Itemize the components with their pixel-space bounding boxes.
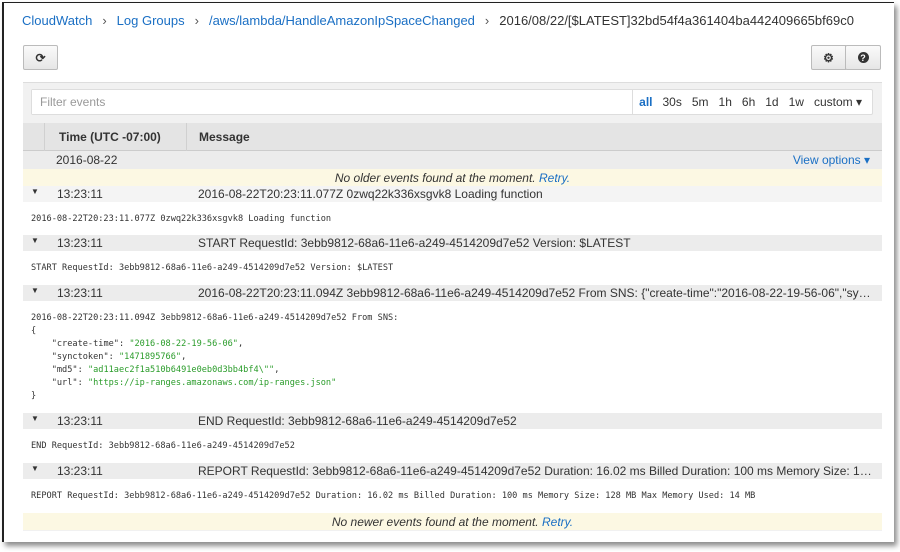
column-time[interactable]: Time (UTC -07:00) — [44, 123, 187, 151]
help-icon: ? — [857, 52, 869, 63]
event-row[interactable]: ▼ 13:23:11 END RequestId: 3ebb9812-68a6-11… — [23, 413, 882, 429]
refresh-icon: ⟳ — [35, 50, 46, 65]
notice-text: No newer events found at the moment. — [331, 515, 539, 529]
range-1h[interactable]: 1h — [719, 95, 732, 109]
date-row: 2016-08-22 View options ▾ — [23, 151, 882, 169]
range-1w[interactable]: 1w — [789, 95, 804, 109]
range-custom[interactable]: custom ▾ — [814, 95, 862, 109]
json-key: create-time — [56, 339, 114, 349]
log-events-panel: all 30s 5m 1h 6h 1d 1w custom ▾ Time (UT… — [23, 82, 882, 531]
event-detail: 2016-08-22T20:23:11.077Z 0zwq22k336xsgvk… — [23, 202, 882, 235]
event-message: END RequestId: 3ebb9812-68a6-11e6-a249-4… — [198, 414, 517, 428]
gear-icon: ⚙ — [823, 50, 834, 65]
filter-events-input[interactable] — [32, 90, 622, 114]
date-label: 2016-08-22 — [56, 153, 118, 167]
breadcrumb: CloudWatch › Log Groups › /aws/lambda/Hand… — [22, 13, 854, 28]
event-detail-text: 2016-08-22T20:23:11.094Z 3ebb9812-68a6-1… — [31, 313, 399, 323]
event-detail: REPORT RequestId: 3ebb9812-68a6-11e6-a24… — [23, 479, 882, 513]
event-time: 13:23:11 — [57, 464, 103, 478]
json-value: "2016-08-22-19-56-06" — [129, 339, 238, 349]
json-key: synctoken — [56, 352, 104, 362]
chevron-right-icon: › — [102, 13, 107, 28]
json-key: url — [56, 378, 73, 388]
breadcrumb-cloudwatch[interactable]: CloudWatch — [22, 13, 92, 28]
json-value: "ad11aec2f1a510b6491e0eb0d3bb4bf4\"" — [87, 365, 275, 375]
range-1d[interactable]: 1d — [765, 95, 778, 109]
event-detail: START RequestId: 3ebb9812-68a6-11e6-a249… — [23, 251, 882, 285]
table-header: Time (UTC -07:00) Message — [23, 123, 882, 151]
view-options-dropdown[interactable]: View options ▾ — [793, 153, 870, 167]
chevron-right-icon: › — [484, 13, 490, 28]
caret-down-icon[interactable]: ▼ — [31, 236, 39, 245]
column-message[interactable]: Message — [199, 130, 250, 144]
caret-down-icon[interactable]: ▼ — [31, 414, 39, 423]
json-key: md5 — [56, 365, 73, 375]
time-range-selector: all 30s 5m 1h 6h 1d 1w custom ▾ — [632, 90, 872, 114]
range-all[interactable]: all — [639, 95, 652, 109]
notice-text: No older events found at the moment. — [334, 171, 536, 185]
event-time: 13:23:11 — [57, 286, 103, 300]
event-row[interactable]: ▼ 13:23:11 2016-08-22T20:23:11.077Z 0zwq22… — [23, 186, 882, 202]
event-time: 13:23:11 — [57, 187, 103, 201]
event-message: START RequestId: 3ebb9812-68a6-11e6-a249… — [198, 236, 631, 250]
event-message: 2016-08-22T20:23:11.094Z 3ebb9812-68a6-1… — [198, 286, 873, 300]
filter-bar: all 30s 5m 1h 6h 1d 1w custom ▾ — [31, 89, 873, 115]
event-detail: END RequestId: 3ebb9812-68a6-11e6-a249-4… — [23, 429, 882, 463]
event-row[interactable]: ▼ 13:23:11 REPORT RequestId: 3ebb9812-68a6… — [23, 463, 882, 479]
caret-down-icon[interactable]: ▼ — [31, 286, 39, 295]
event-detail-text: START RequestId: 3ebb9812-68a6-11e6-a249… — [31, 263, 394, 273]
range-6h[interactable]: 6h — [742, 95, 755, 109]
event-time: 13:23:11 — [57, 236, 103, 250]
event-detail-text: REPORT RequestId: 3ebb9812-68a6-11e6-a24… — [31, 491, 756, 501]
breadcrumb-log-stream: 2016/08/22/[$LATEST]32bd54f4a361404ba442… — [499, 13, 854, 28]
event-detail: 2016-08-22T20:23:11.094Z 3ebb9812-68a6-1… — [23, 301, 882, 413]
json-value: "1471895766" — [118, 352, 182, 362]
event-detail-text: 2016-08-22T20:23:11.077Z 0zwq22k336xsgvk… — [31, 214, 332, 224]
newer-events-notice: No newer events found at the moment. Ret… — [23, 513, 882, 530]
range-30s[interactable]: 30s — [663, 95, 682, 109]
retry-link[interactable]: Retry. — [539, 171, 570, 185]
settings-button[interactable]: ⚙ — [811, 45, 846, 70]
event-detail-text: END RequestId: 3ebb9812-68a6-11e6-a249-4… — [31, 441, 295, 451]
older-events-notice: No older events found at the moment. Ret… — [23, 169, 882, 186]
breadcrumb-log-groups[interactable]: Log Groups — [117, 13, 185, 28]
event-row[interactable]: ▼ 13:23:11 2016-08-22T20:23:11.094Z 3ebb98… — [23, 285, 882, 301]
caret-down-icon[interactable]: ▼ — [31, 187, 39, 196]
event-message: REPORT RequestId: 3ebb9812-68a6-11e6-a24… — [198, 464, 873, 478]
caret-down-icon[interactable]: ▼ — [31, 464, 39, 473]
range-5m[interactable]: 5m — [692, 95, 709, 109]
event-message: 2016-08-22T20:23:11.077Z 0zwq22k336xsgvk… — [198, 187, 543, 201]
refresh-button[interactable]: ⟳ — [23, 45, 58, 70]
event-time: 13:23:11 — [57, 414, 103, 428]
breadcrumb-log-group[interactable]: /aws/lambda/HandleAmazonIpSpaceChanged — [209, 13, 475, 28]
help-button[interactable]: ? — [845, 45, 881, 70]
event-row[interactable]: ▼ 13:23:11 START RequestId: 3ebb9812-68a6-… — [23, 235, 882, 251]
chevron-right-icon: › — [194, 13, 199, 28]
json-value: "https://ip-ranges.amazonaws.com/ip-rang… — [87, 378, 337, 388]
retry-link[interactable]: Retry. — [542, 515, 573, 529]
